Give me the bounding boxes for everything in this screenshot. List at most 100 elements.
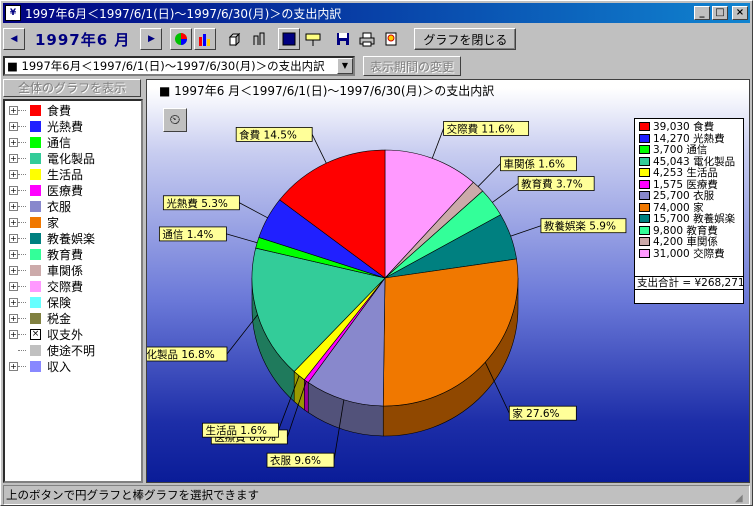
color-swatch [30, 280, 41, 292]
print-icon[interactable] [356, 28, 379, 50]
tree-item[interactable]: + 通信 [5, 134, 141, 150]
legend-label: 31,000 交際費 [653, 247, 725, 260]
period-select-value: ■ 1997年6月＜1997/6/1(日)～1997/6/30(月)＞の支出内訳 [7, 59, 325, 73]
expand-icon[interactable]: + [9, 233, 18, 243]
tree-item[interactable]: + 教養娯楽 [5, 230, 141, 246]
expand-icon[interactable]: + [9, 169, 18, 179]
checkbox-x-icon: × [30, 328, 41, 340]
data-label: 通信 1.4% [162, 229, 213, 241]
minimize-button[interactable]: _ [694, 6, 710, 20]
expand-icon[interactable]: + [9, 217, 18, 227]
tree-item-label: 保険 [47, 295, 72, 310]
expand-icon[interactable]: + [9, 249, 18, 259]
leader-line [510, 225, 542, 237]
color-swatch [30, 184, 41, 196]
expand-icon[interactable]: + [9, 329, 18, 339]
color-swatch [30, 312, 41, 324]
bar-chart-icon[interactable] [194, 28, 217, 50]
chart-area: 交際費 11.6% 車関係 1.6% 教育費 3.7% 教養娯楽 5.9% 家 27.6… [146, 79, 750, 483]
category-tree[interactable]: + 食費 + 光熱費 + 通信 + 電化製品 + 生活品 + 医療費 + 衣服 + 家 + 教養娯楽 + 教育費 + 車関… [3, 99, 143, 483]
pie-chart-icon[interactable] [170, 28, 193, 50]
save-icon[interactable] [332, 28, 355, 50]
label-tag-icon[interactable] [302, 28, 325, 50]
period-row: ■ 1997年6月＜1997/6/1(日)～1997/6/30(月)＞の支出内訳… [3, 55, 750, 77]
show-all-graph-button[interactable]: 全体のグラフを表示 [3, 79, 141, 97]
expand-icon[interactable]: + [9, 313, 18, 323]
tree-item[interactable]: + 家 [5, 214, 141, 230]
close-button[interactable]: × [732, 6, 748, 20]
app-icon[interactable]: ¥ [5, 5, 21, 21]
expand-icon[interactable]: + [9, 297, 18, 307]
color-swatch [30, 168, 41, 180]
tree-item[interactable]: + 収入 [5, 358, 141, 374]
tree-item[interactable]: + 食費 [5, 102, 141, 118]
expand-icon[interactable]: + [9, 265, 18, 275]
toolbar: ◀ 1997年6 月 ▶ グラフを閉じる [3, 25, 750, 53]
data-label: 車関係 1.6% [503, 158, 565, 171]
close-graph-button[interactable]: グラフを閉じる [414, 28, 517, 50]
title-bar[interactable]: ¥ 1997年6月＜1997/6/1(日)～1997/6/30(月)＞の支出内訳… [3, 3, 750, 23]
tree-item[interactable]: + 衣服 [5, 198, 141, 214]
expand-icon[interactable]: + [9, 185, 18, 195]
category-pane: 全体のグラフを表示 + 食費 + 光熱費 + 通信 + 電化製品 + 生活品 + 医療費 + 衣服 + 家 + 教… [3, 79, 143, 483]
maximize-button[interactable]: □ [712, 6, 728, 20]
window-title: 1997年6月＜1997/6/1(日)～1997/6/30(月)＞の支出内訳 [25, 6, 342, 21]
leader-line [477, 163, 501, 187]
color-swatch [30, 360, 41, 372]
change-period-button[interactable]: 表示期間の変更 [363, 56, 462, 76]
tree-item[interactable]: + × 収支外 [5, 326, 141, 342]
status-text: 上のボタンで円グラフと棒グラフを選択できます [6, 488, 259, 502]
tree-item-label: 食費 [47, 103, 72, 118]
tree-item[interactable]: + 車関係 [5, 262, 141, 278]
tree-item[interactable]: + 光熱費 [5, 118, 141, 134]
tree-item[interactable]: + 生活品 [5, 166, 141, 182]
expand-icon[interactable]: + [9, 121, 18, 131]
legend-swatch [639, 202, 650, 212]
color-swatch [30, 216, 41, 228]
tree-item[interactable]: 使途不明 [5, 342, 141, 358]
month-label: 1997年6 月 [35, 30, 131, 49]
tree-item[interactable]: + 税金 [5, 310, 141, 326]
tree-item-label: 家 [47, 215, 60, 230]
legend-swatch [639, 156, 650, 166]
chart-title: ■ 1997年6 月＜1997/6/1(日)～1997/6/30(月)＞の支出内… [159, 84, 495, 98]
tree-item-label: 医療費 [47, 183, 84, 198]
period-select[interactable]: ■ 1997年6月＜1997/6/1(日)～1997/6/30(月)＞の支出内訳… [3, 56, 355, 76]
tree-item[interactable]: + 交際費 [5, 278, 141, 294]
tree-item-label: 交際費 [47, 279, 84, 294]
chevron-down-icon[interactable]: ▼ [337, 58, 353, 74]
tree-item[interactable]: + 教育費 [5, 246, 141, 262]
expand-icon[interactable]: + [9, 105, 18, 115]
expand-icon[interactable]: + [9, 153, 18, 163]
expand-icon[interactable]: + [9, 201, 18, 211]
legend-swatch [639, 168, 650, 178]
3d-box-icon[interactable] [224, 28, 247, 50]
resize-grip-icon[interactable]: ◢ [735, 490, 747, 504]
tree-item[interactable]: + 医療費 [5, 182, 141, 198]
tree-item-label: 収支外 [47, 327, 84, 342]
print-preview-icon[interactable] [380, 28, 403, 50]
tree-item-label: 収入 [47, 359, 72, 374]
legend-swatch [639, 133, 650, 143]
next-month-button[interactable]: ▶ [140, 28, 163, 50]
pie-slice[interactable] [382, 258, 519, 407]
expand-icon[interactable]: + [9, 137, 18, 147]
tree-item[interactable]: + 保険 [5, 294, 141, 310]
background-color-icon[interactable] [278, 28, 301, 50]
legend-entry: 31,000 交際費 [639, 248, 743, 260]
tree-item[interactable]: + 電化製品 [5, 150, 141, 166]
tree-item-label: 教養娯楽 [47, 231, 96, 246]
total-expense: 支出合計 = ¥268,271 [634, 276, 745, 290]
tree-item-label: 通信 [47, 135, 72, 150]
tree-item-label: 使途不明 [47, 343, 96, 358]
clock-icon[interactable]: ⏲ [163, 108, 187, 132]
expand-icon[interactable]: + [9, 281, 18, 291]
expand-icon[interactable]: + [9, 361, 18, 371]
2d-bar-icon[interactable] [248, 28, 271, 50]
prev-month-button[interactable]: ◀ [3, 28, 25, 50]
data-label: 交際費 11.6% [447, 122, 515, 135]
color-swatch [30, 152, 41, 164]
data-label: 生活品 1.6% [205, 424, 267, 437]
legend-swatch [639, 248, 650, 258]
tree-item-label: 教育費 [47, 247, 84, 262]
